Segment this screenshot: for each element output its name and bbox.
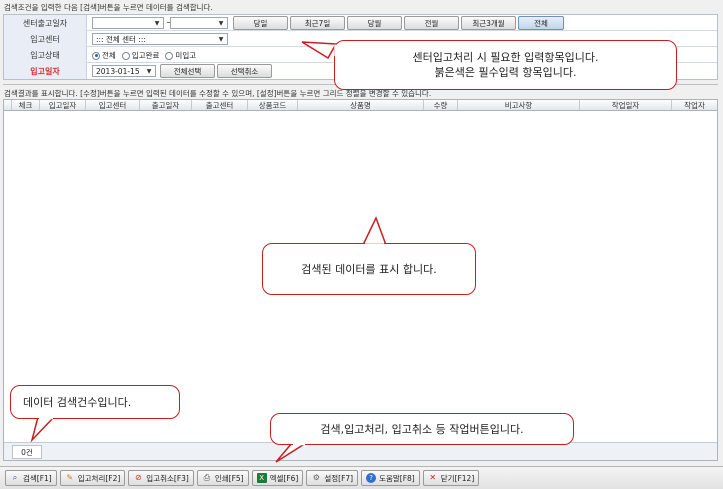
callout-input-line1: 센터입고처리 시 필요한 입력항목입니다. — [412, 51, 599, 64]
callout-count-note: 데이터 검색건수입니다. — [10, 385, 180, 419]
callout-input-note: 센터입고처리 시 필요한 입력항목입니다. 붉은색은 필수입력 항목입니다. — [334, 40, 677, 90]
callout-count-pointer — [30, 416, 56, 443]
callout-input-line2: 붉은색은 필수입력 항목입니다. — [434, 66, 577, 79]
callout-grid-pointer — [361, 216, 388, 246]
callout-toolbar-pointer — [275, 442, 309, 463]
callout-grid-note: 검색된 데이터를 표시 합니다. — [262, 243, 476, 295]
callout-toolbar-note: 검색,입고처리, 입고취소 등 작업버튼입니다. — [270, 413, 574, 445]
callout-input-pointer — [301, 41, 338, 60]
